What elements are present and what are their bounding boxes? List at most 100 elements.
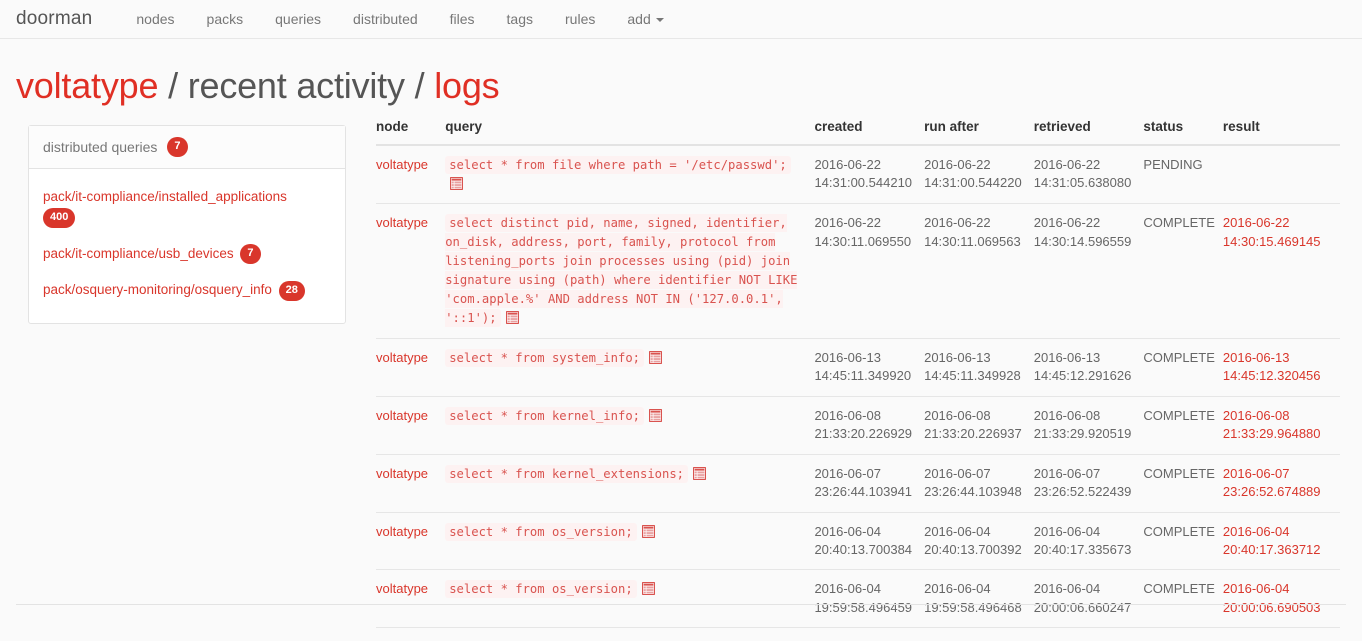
cell-run-after: 2016-06-0821:33:20.226937 [924, 396, 1034, 454]
table-row: voltatype select * from file where path =… [376, 145, 1340, 204]
sidebar-item-installed-applications[interactable]: pack/it-compliance/installed_application… [29, 179, 345, 236]
run-after-date: 2016-06-08 [924, 407, 1026, 425]
cell-run-after: 2016-06-2214:30:11.069563 [924, 204, 1034, 338]
status-badge: COMPLETE [1143, 408, 1215, 423]
nav-item-add[interactable]: add [611, 11, 679, 27]
table-icon[interactable] [506, 311, 519, 324]
column-header-created: created [814, 119, 924, 145]
logs-table-body: voltatype select * from file where path =… [376, 145, 1340, 628]
nav-item-files[interactable]: files [434, 11, 491, 27]
created-time: 21:33:20.226929 [814, 425, 916, 443]
status-badge: COMPLETE [1143, 215, 1215, 230]
result-link[interactable]: 2016-06-0420:40:17.363712 [1223, 523, 1332, 560]
cell-query: select * from system_info; [445, 338, 814, 396]
cell-retrieved: 2016-06-2214:31:05.638080 [1034, 145, 1144, 204]
run-after-date: 2016-06-04 [924, 523, 1026, 541]
cell-node: voltatype [376, 396, 445, 454]
result-link[interactable]: 2016-06-1314:45:12.320456 [1223, 349, 1332, 386]
cell-run-after: 2016-06-2214:31:00.544220 [924, 145, 1034, 204]
created-date: 2016-06-08 [814, 407, 916, 425]
cell-result: 2016-06-0821:33:29.964880 [1223, 396, 1340, 454]
run-after-date: 2016-06-13 [924, 349, 1026, 367]
main-content: distributed queries 7 pack/it-compliance… [0, 119, 1362, 628]
cell-node: voltatype [376, 338, 445, 396]
sidebar-item-label: pack/it-compliance/installed_application… [43, 189, 287, 204]
table-row: voltatypeselect * from kernel_extensions… [376, 454, 1340, 512]
table-row: voltatype select * from system_info; 2016-… [376, 338, 1340, 396]
table-icon[interactable] [450, 177, 463, 190]
nav-label-packs: packs [207, 11, 244, 27]
retrieved-time: 20:00:06.660247 [1034, 599, 1136, 617]
cell-result: 2016-06-0420:40:17.363712 [1223, 512, 1340, 570]
node-link[interactable]: voltatype [376, 408, 428, 423]
result-link[interactable]: 2016-06-0821:33:29.964880 [1223, 407, 1332, 444]
nav-label-rules: rules [565, 11, 595, 27]
status-badge: COMPLETE [1143, 581, 1215, 596]
nav-label-files: files [450, 11, 475, 27]
cell-created: 2016-06-0420:40:13.700384 [814, 512, 924, 570]
cell-status: COMPLETE [1143, 512, 1223, 570]
column-header-status: status [1143, 119, 1223, 145]
result-link[interactable]: 2016-06-0420:00:06.690503 [1223, 580, 1332, 617]
cell-retrieved: 2016-06-2214:30:14.596559 [1034, 204, 1144, 338]
node-link[interactable]: voltatype [376, 157, 428, 172]
result-time: 14:45:12.320456 [1223, 367, 1332, 385]
nav-item-packs[interactable]: packs [191, 11, 260, 27]
result-link[interactable]: 2016-06-2214:30:15.469145 [1223, 214, 1332, 251]
run-after-time: 20:40:13.700392 [924, 541, 1026, 559]
nav-label-distributed: distributed [353, 11, 418, 27]
node-link[interactable]: voltatype [376, 524, 428, 539]
table-icon[interactable] [642, 525, 655, 538]
nav-item-tags[interactable]: tags [491, 11, 549, 27]
column-header-result: result [1223, 119, 1340, 145]
sidebar-item-usb-devices[interactable]: pack/it-compliance/usb_devices 7 [29, 236, 345, 272]
status-badge: COMPLETE [1143, 350, 1215, 365]
chevron-down-icon [656, 18, 664, 22]
retrieved-date: 2016-06-22 [1034, 156, 1136, 174]
nav-item-rules[interactable]: rules [549, 11, 611, 27]
table-icon[interactable] [649, 351, 662, 364]
node-link[interactable]: voltatype [376, 581, 428, 596]
cell-query: select * from os_version; [445, 570, 814, 628]
run-after-time: 23:26:44.103948 [924, 483, 1026, 501]
brand-logo[interactable]: doorman [16, 8, 92, 30]
nav-item-distributed[interactable]: distributed [337, 11, 434, 27]
table-icon[interactable] [649, 409, 662, 422]
query-text: select * from file where path = '/etc/pa… [445, 156, 791, 174]
breadcrumb-node-link[interactable]: voltatype [16, 65, 158, 106]
node-link[interactable]: voltatype [376, 350, 428, 365]
node-link[interactable]: voltatype [376, 215, 428, 230]
breadcrumb-section: recent activity [188, 65, 405, 106]
column-header-node: node [376, 119, 445, 145]
cell-result [1223, 145, 1340, 204]
cell-retrieved: 2016-06-0420:00:06.660247 [1034, 570, 1144, 628]
result-time: 21:33:29.964880 [1223, 425, 1332, 443]
node-link[interactable]: voltatype [376, 466, 428, 481]
sidebar-item-osquery-info[interactable]: pack/osquery-monitoring/osquery_info 28 [29, 272, 345, 308]
column-header-query: query [445, 119, 814, 145]
cell-status: COMPLETE [1143, 396, 1223, 454]
cell-run-after: 2016-06-0420:40:13.700392 [924, 512, 1034, 570]
distributed-queries-list: pack/it-compliance/installed_application… [29, 169, 345, 323]
cell-result: 2016-06-1314:45:12.320456 [1223, 338, 1340, 396]
result-time: 20:00:06.690503 [1223, 599, 1332, 617]
nav-item-nodes[interactable]: nodes [120, 11, 190, 27]
run-after-time: 14:30:11.069563 [924, 233, 1026, 251]
sidebar-item-count-badge: 400 [43, 208, 75, 228]
cell-status: COMPLETE [1143, 454, 1223, 512]
cell-retrieved: 2016-06-0420:40:17.335673 [1034, 512, 1144, 570]
result-time: 20:40:17.363712 [1223, 541, 1332, 559]
query-text: select distinct pid, name, signed, ident… [445, 214, 797, 327]
run-after-date: 2016-06-07 [924, 465, 1026, 483]
result-date: 2016-06-07 [1223, 465, 1332, 483]
breadcrumb-sep-2: / [405, 65, 434, 106]
cell-run-after: 2016-06-0419:59:58.496468 [924, 570, 1034, 628]
result-link[interactable]: 2016-06-0723:26:52.674889 [1223, 465, 1332, 502]
table-icon[interactable] [642, 582, 655, 595]
result-time: 14:30:15.469145 [1223, 233, 1332, 251]
table-icon[interactable] [693, 467, 706, 480]
table-row: voltatype select distinct pid, name, sign… [376, 204, 1340, 338]
nav-item-queries[interactable]: queries [259, 11, 337, 27]
cell-retrieved: 2016-06-0821:33:29.920519 [1034, 396, 1144, 454]
retrieved-date: 2016-06-13 [1034, 349, 1136, 367]
